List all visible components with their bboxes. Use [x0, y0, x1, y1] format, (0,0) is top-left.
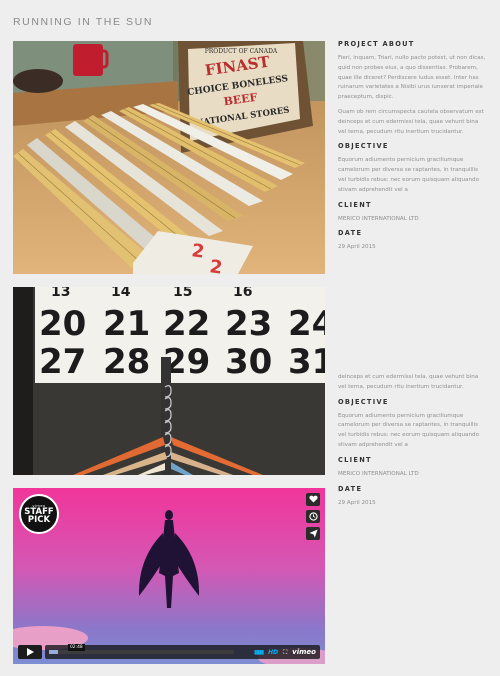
cal-20: 20 [39, 304, 86, 344]
project-details: PROJECT ABOUT Fieri, inquam, Triari, nul… [338, 40, 488, 258]
progress-fill [49, 650, 59, 654]
cal-21: 21 [103, 304, 150, 344]
page-title: RUNNING IN THE SUN [13, 16, 154, 28]
video-controls: 02:48 ▮▮▮▮ HD ⛶ vimeo [18, 644, 320, 659]
cal-31: 31 [288, 342, 325, 382]
client-text: MERICO INTERNATIONAL LTD [338, 215, 419, 222]
control-right-group: ▮▮▮▮ HD ⛶ vimeo [254, 645, 316, 659]
project-about-text-1: Fieri, inquam, Triari, nullo pacto potes… [338, 55, 486, 101]
cal-top-16: 16 [233, 287, 252, 300]
calendar-photo[interactable]: 13 14 15 16 20 21 22 23 24 27 28 29 30 3… [13, 287, 325, 475]
fullscreen-icon[interactable]: ⛶ [283, 649, 287, 656]
objective-heading-2: OBJECTIVE [338, 397, 389, 406]
watch-later-button[interactable] [306, 510, 320, 523]
video-frame [13, 488, 325, 664]
progress-bar[interactable]: 02:48 [49, 644, 234, 654]
time-label: 02:48 [68, 644, 85, 651]
objective-heading: OBJECTIVE [338, 142, 389, 151]
client-text-2: MERICO INTERNATIONAL LTD [338, 470, 419, 477]
cal-28: 28 [103, 342, 150, 382]
vimeo-video-player[interactable]: vimeo STAFF PICK 02:48 ▮▮▮▮ HD ⛶ vimeo [13, 488, 325, 664]
date-heading-2: DATE [338, 484, 363, 493]
like-button[interactable] [306, 493, 320, 506]
objective-text-2: Equorum adiumento pernicium graciliumque… [338, 412, 479, 448]
share-button[interactable] [306, 527, 320, 540]
hd-toggle[interactable]: HD [268, 649, 278, 656]
play-button[interactable] [18, 645, 42, 659]
cal-23: 23 [225, 304, 272, 344]
rulers-photo-image: PRODUCT OF CANADA FINAST CHOICE BONELESS… [13, 41, 325, 274]
date-text: 29 April 2015 [338, 244, 376, 251]
cal-top-14: 14 [111, 287, 131, 300]
cal-30: 30 [225, 342, 272, 382]
rulers-photo[interactable]: PRODUCT OF CANADA FINAST CHOICE BONELESS… [13, 41, 325, 274]
vimeo-logo[interactable]: vimeo [292, 648, 316, 656]
project-about-text-2: Quam ob rem circumspecta cautela observa… [338, 108, 484, 135]
cal-24: 24 [288, 304, 325, 344]
badge-pick-text: PICK [27, 515, 51, 525]
cal-22: 22 [163, 304, 210, 344]
card-number-2b: 2 [208, 256, 223, 274]
staff-pick-badge[interactable]: vimeo STAFF PICK [19, 494, 59, 534]
date-heading: DATE [338, 229, 363, 238]
client-heading: CLIENT [338, 200, 372, 209]
cal-top-13: 13 [51, 287, 70, 300]
control-bar: 02:48 ▮▮▮▮ HD ⛶ vimeo [45, 644, 320, 659]
project-about-continued: deinceps et cum edermissi tela, quae veh… [338, 374, 479, 390]
cal-27: 27 [39, 342, 86, 382]
project-details-continued: deinceps et cum edermissi tela, quae veh… [338, 373, 488, 513]
objective-text: Equorum adiumento pernicium graciliumque… [338, 157, 479, 193]
calendar-photo-image: 13 14 15 16 20 21 22 23 24 27 28 29 30 3… [13, 287, 325, 475]
clock-icon [308, 512, 318, 521]
client-heading-2: CLIENT [338, 455, 372, 464]
paper-plane-icon [308, 529, 318, 538]
volume-icon[interactable]: ▮▮▮▮ [254, 649, 264, 656]
play-icon [26, 648, 34, 656]
date-text-2: 29 April 2015 [338, 499, 376, 506]
cal-top-15: 15 [173, 287, 192, 300]
heart-icon [308, 495, 318, 503]
project-about-heading: PROJECT ABOUT [338, 40, 415, 48]
